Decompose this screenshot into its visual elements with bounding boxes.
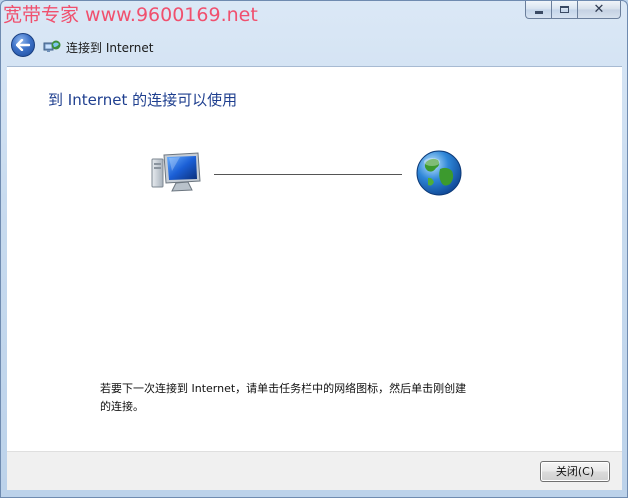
maximize-button[interactable] xyxy=(551,1,578,19)
minimize-icon xyxy=(534,11,543,14)
back-arrow-icon xyxy=(16,39,30,51)
computer-icon xyxy=(151,152,201,192)
watermark-text: 宽带专家 www.9600169.net xyxy=(3,4,258,26)
button-bar: 关闭(C) xyxy=(7,451,622,490)
navigation-bar: 连接到 Internet xyxy=(1,29,627,65)
nav-title: 连接到 Internet xyxy=(66,41,154,55)
close-button[interactable]: 关闭(C) xyxy=(540,461,610,482)
globe-icon xyxy=(416,150,462,196)
dialog-window: 宽带专家 www.9600169.net ✕ 连接到 Internet 到 In… xyxy=(0,0,628,498)
connection-line xyxy=(214,174,402,175)
minimize-button[interactable] xyxy=(525,1,552,19)
close-window-button[interactable]: ✕ xyxy=(577,1,621,19)
close-icon: ✕ xyxy=(593,2,605,17)
caption-buttons: ✕ xyxy=(525,1,621,19)
page-heading: 到 Internet 的连接可以使用 xyxy=(48,91,238,109)
back-button[interactable] xyxy=(11,33,35,57)
maximize-icon xyxy=(560,6,569,13)
content-panel: 到 Internet 的连接可以使用 若要下一次连接到 Internet，请单击… xyxy=(7,66,622,451)
network-connection-icon xyxy=(43,40,61,52)
instructions-text: 若要下一次连接到 Internet，请单击任务栏中的网络图标，然后单击刚创建的连… xyxy=(100,382,467,413)
